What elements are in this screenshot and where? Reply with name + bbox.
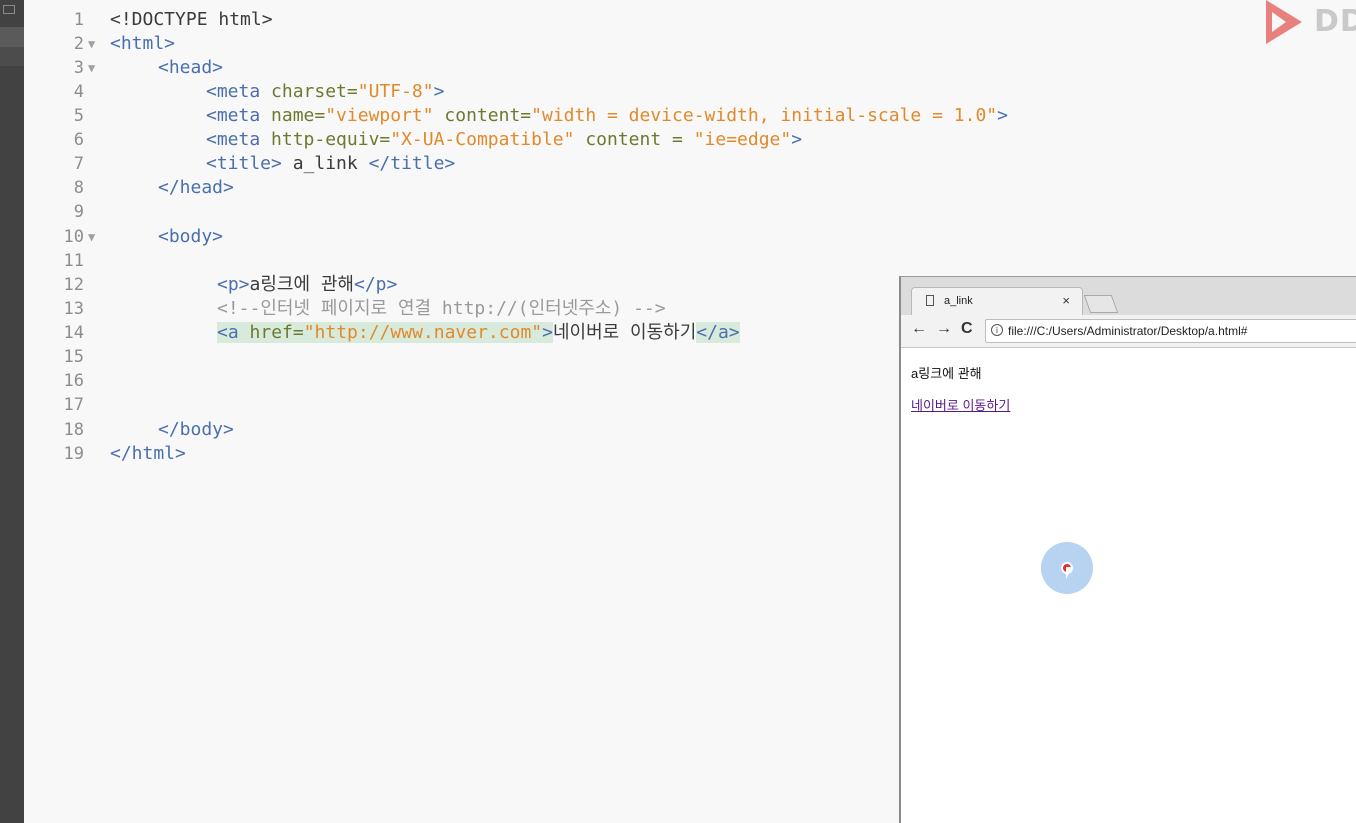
line-number: 8 [73, 178, 84, 198]
url-text[interactable]: file:///C:/Users/Administrator/Desktop/a… [1008, 324, 1247, 338]
forward-icon[interactable]: → [936, 320, 952, 338]
code-line-3: <head> [158, 57, 224, 78]
code-line-2: <html> [110, 33, 176, 54]
fold-icon[interactable]: ▼ [88, 225, 95, 249]
mouse-pointer-icon [1066, 567, 1072, 579]
back-icon[interactable]: ← [911, 320, 927, 338]
line-number: 5 [73, 106, 84, 126]
line-number: 14 [63, 323, 84, 343]
code-line-19: </html> [110, 443, 186, 464]
line-number: 15 [63, 347, 84, 367]
browser-tab-bar: a_link × [901, 277, 1356, 316]
code-line-8: </head> [158, 177, 234, 198]
line-number: 19 [63, 444, 84, 464]
line-number: 7 [73, 154, 84, 174]
page-icon [926, 295, 934, 306]
line-number: 13 [63, 299, 84, 319]
close-tab-icon[interactable]: × [1062, 293, 1070, 308]
tab-title: a_link [944, 295, 973, 307]
line-number: 17 [63, 395, 84, 415]
code-line-5: <meta name="viewport" content="width = d… [206, 105, 1008, 126]
file-tab-marker[interactable] [0, 27, 24, 47]
fold-icon[interactable]: ▼ [88, 56, 95, 80]
address-bar[interactable]: i file:///C:/Users/Administrator/Desktop… [985, 319, 1356, 343]
code-line-4: <meta charset="UTF-8"> [206, 81, 445, 102]
browser-window[interactable]: a_link × ← → C i file:///C:/Users/Admini… [899, 276, 1356, 823]
line-number: 1 [73, 10, 84, 30]
browser-toolbar: ← → C i file:///C:/Users/Administrator/D… [901, 315, 1356, 348]
naver-link[interactable]: 네이버로 이동하기 [911, 395, 1010, 414]
code-line-12: <p>a링크에 관해</p> [217, 274, 398, 295]
code-line-6: <meta http-equiv="X-UA-Compatible" conte… [206, 129, 803, 150]
line-number: 10 [63, 227, 84, 247]
code-line-1: <!DOCTYPE html> [110, 9, 273, 30]
code-line-13: <!--인터넷 페이지로 연결 http://(인터넷주소) --> [217, 298, 666, 319]
line-number: 18 [63, 420, 84, 440]
code-line-18: </body> [158, 419, 234, 440]
left-panel-strip [0, 0, 24, 823]
line-number: 16 [63, 371, 84, 391]
browser-tab[interactable]: a_link × [911, 287, 1083, 316]
line-number: 12 [63, 275, 84, 295]
logo-text: DD [1314, 4, 1356, 39]
code-line-14: <a href="http://www.naver.com">네이버로 이동하기… [217, 322, 740, 343]
line-number: 6 [73, 130, 84, 150]
new-tab-button[interactable] [1083, 295, 1119, 313]
line-number: 9 [73, 202, 84, 222]
line-number: 2 [73, 34, 84, 54]
line-number: 4 [73, 82, 84, 102]
code-line-7: <title> a_link </title> [206, 153, 456, 174]
reload-icon[interactable]: C [961, 320, 973, 338]
code-line-10: <body> [158, 226, 224, 247]
page-paragraph: a링크에 관해 [911, 366, 982, 381]
play-icon-inner [1272, 12, 1286, 32]
panel-toggle-icon[interactable] [3, 5, 15, 14]
fold-icon[interactable]: ▼ [88, 32, 95, 56]
line-number: 11 [63, 251, 84, 271]
watermark-logo: DD [1264, 0, 1356, 46]
info-icon[interactable]: i [991, 324, 1003, 336]
file-tab-marker-2[interactable] [0, 47, 24, 66]
line-number: 3 [73, 58, 84, 78]
